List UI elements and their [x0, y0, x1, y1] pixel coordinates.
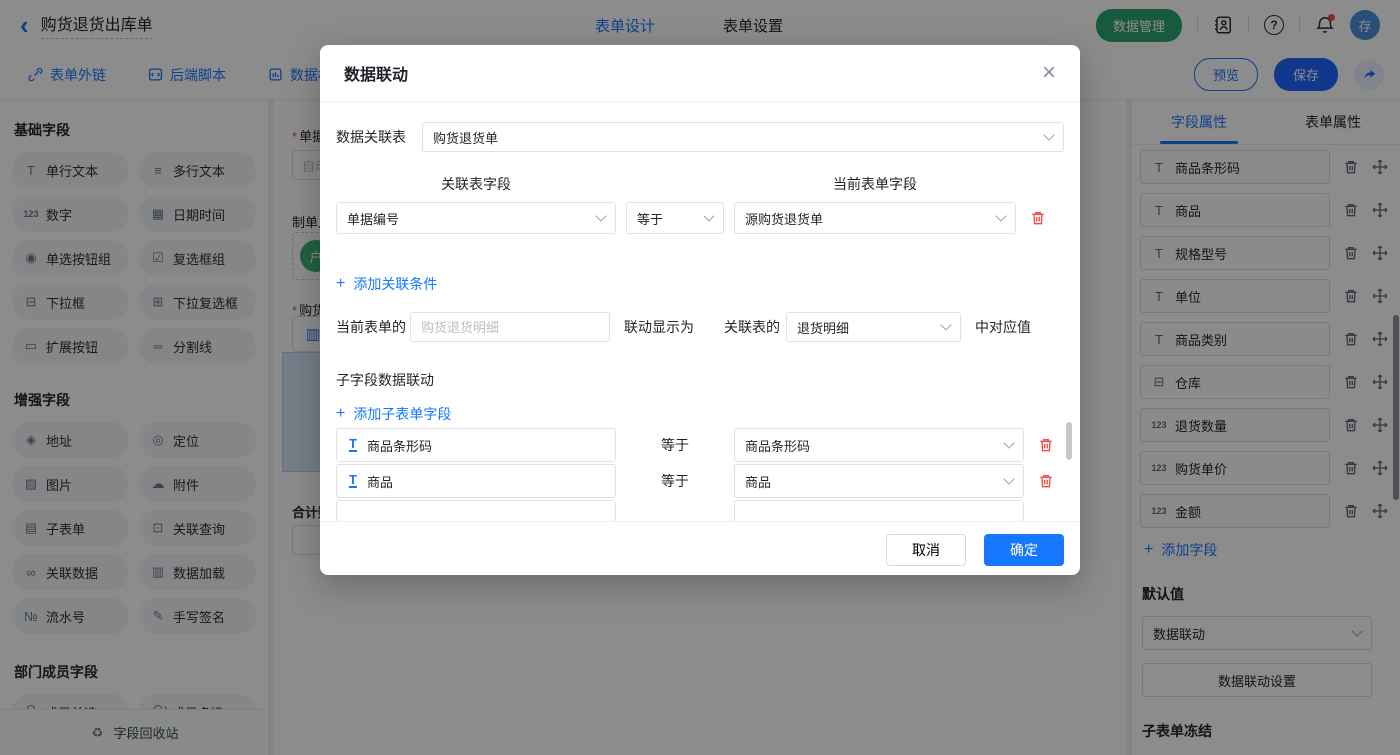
chevron-down-icon — [703, 210, 714, 221]
plus-icon: + — [336, 276, 345, 292]
modal-header: 数据联动 × — [320, 45, 1080, 102]
current-form-label: 当前表单的 — [336, 317, 406, 337]
subfield-value-select[interactable]: 商品条形码 — [734, 428, 1024, 462]
form-designer-app: ‹ 购货退货出库单 表单设计 表单设置 数据管理 ? — [0, 0, 1400, 755]
subfield-row-clipped — [336, 500, 1064, 521]
subfield-value: 商品条形码 — [745, 436, 810, 455]
delete-subfield-icon[interactable] — [1038, 437, 1054, 453]
current-form-field-input[interactable] — [410, 312, 610, 342]
subfield-field-box[interactable]: T 商品条形码 — [336, 428, 616, 462]
add-subfield-link[interactable]: + 添加子表单字段 — [336, 404, 451, 424]
condition-field-value: 单据编号 — [347, 209, 399, 228]
subfield-field-label: 商品条形码 — [367, 436, 432, 455]
condition-target-value: 源购货退货单 — [745, 209, 823, 228]
cancel-button[interactable]: 取消 — [886, 534, 966, 566]
subfield-value-select[interactable] — [734, 500, 1024, 521]
condition-op-value: 等于 — [637, 209, 663, 228]
condition-op-select[interactable]: 等于 — [626, 202, 724, 234]
corresponding-label: 中对应值 — [975, 317, 1031, 337]
linked-table-value: 购货退货单 — [433, 128, 498, 147]
subfield-row: T 商品条形码 等于 商品条形码 — [336, 428, 1064, 462]
plus-icon: + — [336, 406, 345, 422]
chevron-down-icon — [1043, 129, 1054, 140]
add-subfield-label: 添加子表单字段 — [353, 404, 451, 424]
chevron-down-icon — [940, 319, 951, 330]
subfield-field-box[interactable] — [336, 500, 616, 521]
linked-table-of-label: 关联表的 — [724, 317, 780, 337]
subfield-field-box[interactable]: T 商品 — [336, 464, 616, 498]
subfield-linkage-title: 子字段数据联动 — [336, 370, 1064, 390]
subfield-op: 等于 — [626, 471, 724, 491]
header-linked-table-field: 关联表字段 — [336, 174, 616, 194]
chevron-down-icon — [595, 210, 606, 221]
condition-row: 单据编号 等于 源购货退货单 — [336, 202, 1064, 234]
modal-title: 数据联动 — [344, 61, 408, 85]
modal-scrollbar[interactable] — [1066, 422, 1072, 460]
subfield-row: T 商品 等于 商品 — [336, 464, 1064, 498]
data-linkage-modal: 数据联动 × 数据关联表 购货退货单 关联表字段 当前表单字段 单据编号 — [320, 45, 1080, 575]
linked-table-select[interactable]: 购货退货单 — [422, 122, 1064, 152]
text-icon: T — [349, 438, 357, 452]
chevron-down-icon — [995, 210, 1006, 221]
add-condition-label: 添加关联条件 — [353, 274, 437, 294]
subfield-op: 等于 — [626, 435, 724, 455]
linked-table-row: 数据关联表 购货退货单 — [336, 122, 1064, 152]
close-icon[interactable]: × — [1042, 61, 1056, 85]
delete-condition-icon[interactable] — [1030, 210, 1046, 226]
modal-footer: 取消 确定 — [320, 521, 1080, 575]
condition-target-select[interactable]: 源购货退货单 — [734, 202, 1016, 234]
display-as-label: 联动显示为 — [624, 317, 694, 337]
modal-body: 数据关联表 购货退货单 关联表字段 当前表单字段 单据编号 等于 — [320, 102, 1080, 521]
subfield-field-label: 商品 — [367, 472, 393, 491]
chevron-down-icon — [1003, 473, 1014, 484]
subfield-value-select[interactable]: 商品 — [734, 464, 1024, 498]
header-current-form-field: 当前表单字段 — [734, 174, 1016, 194]
linked-field-select[interactable]: 退货明细 — [786, 312, 961, 342]
text-icon: T — [349, 474, 357, 488]
linked-table-label: 数据关联表 — [336, 127, 406, 147]
condition-headers: 关联表字段 当前表单字段 — [336, 174, 1064, 194]
linked-field-value: 退货明细 — [797, 318, 849, 337]
display-mapping-row: 当前表单的 联动显示为 关联表的 退货明细 中对应值 — [336, 312, 1064, 342]
confirm-button[interactable]: 确定 — [984, 534, 1064, 566]
add-condition-link[interactable]: + 添加关联条件 — [336, 274, 437, 294]
spacer — [616, 174, 734, 194]
condition-field-select[interactable]: 单据编号 — [336, 202, 616, 234]
subfield-value: 商品 — [745, 472, 771, 491]
chevron-down-icon — [1003, 437, 1014, 448]
delete-subfield-icon[interactable] — [1038, 473, 1054, 489]
